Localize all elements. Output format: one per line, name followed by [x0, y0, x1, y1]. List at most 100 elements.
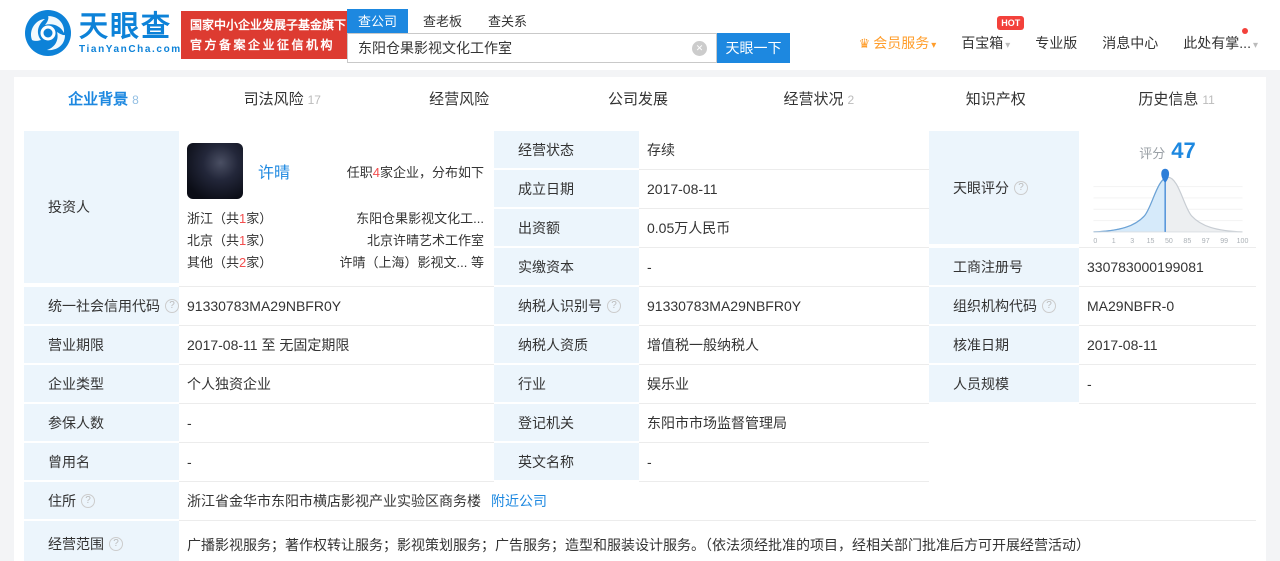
field-label: 经营状态 — [494, 131, 639, 170]
search-button[interactable]: 天眼一下 — [717, 33, 790, 63]
section-tabs: 企业背景 8 司法风险 17 经营风险 公司发展 经营状况 2 知识产权 历史信息 11 — [14, 77, 1266, 119]
investor-region-row[interactable]: 北京（共1家） 北京许晴艺术工作室 — [187, 230, 484, 252]
field-value: 91330783MA29NBFR0Y — [179, 287, 494, 326]
help-icon[interactable]: ? — [165, 298, 179, 313]
field-label: 成立日期 — [494, 170, 639, 209]
help-icon[interactable]: ? — [607, 298, 621, 313]
field-value: 娱乐业 — [639, 365, 929, 404]
field-value: - — [179, 404, 494, 443]
caret-down-icon: ▾ — [1005, 40, 1011, 51]
score-chart-cell: 评分 47 0 1 3 15 50 85 97 99 100 — [1079, 131, 1256, 248]
field-label-score: 天眼评分? — [929, 131, 1079, 246]
field-value: - — [1079, 365, 1256, 404]
nav-pro-version[interactable]: 专业版 — [1035, 33, 1077, 53]
nav-more[interactable]: 此处有掌... ▾ — [1183, 28, 1258, 53]
field-label: 人员规模 — [929, 365, 1079, 404]
empty-cell — [929, 404, 1256, 443]
field-value: 2017-08-11 — [639, 170, 929, 209]
business-info-table: 投资人 许晴 任职4家企业，分布如下 浙江（共1家） 东阳仓果影视文化工... … — [24, 131, 1256, 561]
field-value: - — [639, 248, 929, 287]
field-value: 东阳市市场监督管理局 — [639, 404, 929, 443]
field-label: 统一社会信用代码? — [24, 287, 179, 326]
crown-icon: ♛ — [858, 36, 871, 51]
investor-region-row[interactable]: 浙江（共1家） 东阳仓果影视文化工... — [187, 208, 484, 230]
tianyancha-logo[interactable]: 天眼查 TianYanCha.com — [24, 9, 182, 57]
svg-text:0: 0 — [1093, 238, 1097, 245]
help-icon[interactable]: ? — [109, 537, 123, 551]
field-label: 组织机构代码? — [929, 287, 1079, 326]
caret-down-icon: ▾ — [931, 40, 937, 51]
eye-logo-icon — [25, 10, 71, 56]
score-curve-chart: 0 1 3 15 50 85 97 99 100 — [1093, 168, 1248, 245]
logo-title: 天眼查 — [79, 11, 173, 43]
field-label: 实缴资本 — [494, 248, 639, 287]
logo-domain: TianYanCha.com — [79, 44, 182, 55]
field-value: 浙江省金华市东阳市横店影视产业实验区商务楼 附近公司 — [179, 482, 1256, 521]
field-label: 核准日期 — [929, 326, 1079, 365]
field-value: 广播影视服务；著作权转让服务；影视策划服务；广告服务；造型和服装设计服务。（依法… — [179, 521, 1256, 561]
field-label: 纳税人资质 — [494, 326, 639, 365]
top-header: 天眼查 TianYanCha.com 国家中小企业发展子基金旗下 官方备案企业征… — [0, 0, 1280, 70]
help-icon[interactable]: ? — [1042, 298, 1056, 313]
search-tab-company[interactable]: 查公司 — [347, 9, 409, 33]
field-value: 91330783MA29NBFR0Y — [639, 287, 929, 326]
investor-cell: 许晴 任职4家企业，分布如下 浙江（共1家） 东阳仓果影视文化工... 北京（共… — [179, 131, 494, 287]
search-input[interactable] — [347, 33, 717, 63]
field-label: 登记机关 — [494, 404, 639, 443]
field-label: 曾用名 — [24, 443, 179, 482]
investor-name-link[interactable]: 许晴 — [258, 159, 290, 183]
investor-region-row[interactable]: 其他（共2家） 许晴（上海）影视文... 等 — [187, 252, 484, 274]
field-value: 存续 — [639, 131, 929, 170]
tab-company-development[interactable]: 公司发展 — [551, 88, 730, 109]
field-label-investor: 投资人 — [24, 131, 179, 285]
badge-line1: 国家中小企业发展子基金旗下 — [190, 18, 347, 32]
help-icon[interactable]: ? — [81, 493, 95, 508]
field-label: 行业 — [494, 365, 639, 404]
field-label: 经营范围? — [24, 521, 179, 561]
search-tab-relation[interactable]: 查关系 — [477, 9, 538, 33]
field-value: 增值税一般纳税人 — [639, 326, 929, 365]
tab-operation-status[interactable]: 经营状况 2 — [729, 88, 908, 109]
tab-operation-risk[interactable]: 经营风险 — [372, 88, 551, 109]
svg-text:85: 85 — [1183, 238, 1191, 245]
field-label: 英文名称 — [494, 443, 639, 482]
investor-summary: 任职4家企业，分布如下 — [346, 164, 484, 180]
field-label: 营业期限 — [24, 326, 179, 365]
caret-down-icon: ▾ — [1252, 40, 1258, 51]
nearby-companies-link[interactable]: 附近公司 — [491, 491, 547, 511]
field-value: 330783000199081 — [1079, 248, 1256, 287]
field-value: - — [179, 443, 494, 482]
field-label: 企业类型 — [24, 365, 179, 404]
field-value: 2017-08-11 至 无固定期限 — [179, 326, 494, 365]
badge-line2: 官方备案企业征信机构 — [190, 38, 336, 52]
svg-text:1: 1 — [1111, 238, 1115, 245]
top-nav: ♛ 会员服务 ▾ HOT 百宝箱 ▾ 专业版 消息中心 此处有掌... ▾ — [859, 16, 1258, 53]
nav-vip-services[interactable]: ♛ 会员服务 ▾ — [859, 33, 937, 53]
svg-text:15: 15 — [1146, 238, 1154, 245]
nav-message-center[interactable]: 消息中心 — [1102, 33, 1158, 53]
nav-toolbox[interactable]: HOT 百宝箱 ▾ — [961, 16, 1025, 53]
field-label: 参保人数 — [24, 404, 179, 443]
tab-intellectual-property[interactable]: 知识产权 — [908, 88, 1087, 109]
investor-avatar[interactable] — [187, 143, 243, 199]
field-value: 个人独资企业 — [179, 365, 494, 404]
tab-history-info[interactable]: 历史信息 11 — [1087, 88, 1266, 109]
search-tab-boss[interactable]: 查老板 — [412, 9, 473, 33]
field-label: 纳税人识别号? — [494, 287, 639, 326]
tab-judicial-risk[interactable]: 司法风险 17 — [193, 88, 372, 109]
svg-text:3: 3 — [1130, 238, 1134, 245]
help-icon[interactable]: ? — [1014, 180, 1028, 195]
clear-icon[interactable]: ✕ — [692, 41, 707, 56]
tab-company-background[interactable]: 企业背景 8 — [14, 88, 193, 109]
field-value: 0.05万人民币 — [639, 209, 929, 248]
field-value: MA29NBFR-0 — [1079, 287, 1256, 326]
svg-text:100: 100 — [1236, 238, 1248, 245]
score-value: 评分 47 — [1139, 138, 1196, 163]
search-area: 查公司 查老板 查关系 ✕ 天眼一下 — [347, 9, 790, 63]
notification-dot — [1242, 28, 1248, 34]
company-detail-card: 企业背景 8 司法风险 17 经营风险 公司发展 经营状况 2 知识产权 历史信息 11… — [14, 77, 1266, 561]
hot-badge: HOT — [997, 16, 1025, 30]
field-value: 2017-08-11 — [1079, 326, 1256, 365]
svg-text:97: 97 — [1201, 238, 1209, 245]
field-label: 工商注册号 — [929, 248, 1079, 287]
